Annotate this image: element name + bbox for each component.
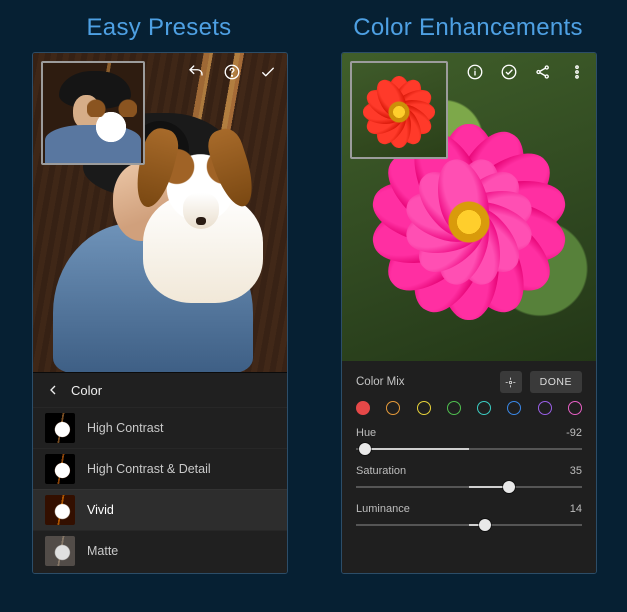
presets-phone: Color High Contrast High Contrast & Deta… (32, 52, 288, 574)
luminance-slider[interactable] (356, 517, 582, 533)
color-phone: Color Mix DONE Hue -92 (341, 52, 597, 574)
original-thumbnail[interactable] (350, 61, 448, 159)
help-icon[interactable] (223, 63, 241, 81)
luminance-label: Luminance (356, 503, 410, 515)
preset-label: High Contrast (87, 421, 163, 435)
color-swatches (356, 401, 582, 415)
swatch-3[interactable] (447, 401, 461, 415)
presets-category-label: Color (71, 383, 102, 398)
swatch-4[interactable] (477, 401, 491, 415)
color-panel: Color Enhancements (341, 0, 595, 612)
swatch-0[interactable] (356, 401, 370, 415)
preset-thumb (45, 454, 75, 484)
hue-value: -92 (566, 427, 582, 439)
preset-item[interactable]: High Contrast & Detail (33, 448, 287, 489)
saturation-slider[interactable] (356, 479, 582, 495)
preset-thumb (45, 495, 75, 525)
swatch-1[interactable] (386, 401, 400, 415)
luminance-value: 14 (570, 503, 582, 515)
preset-item[interactable]: Matte (33, 530, 287, 571)
presets-panel: Easy Presets (32, 0, 286, 612)
more-vert-icon[interactable] (568, 63, 586, 81)
share-icon[interactable] (534, 63, 552, 81)
presets-back[interactable]: Color (33, 373, 287, 407)
done-button[interactable]: DONE (530, 371, 582, 393)
help-icon[interactable] (466, 63, 484, 81)
color-title: Color Enhancements (341, 14, 595, 42)
preset-label: High Contrast & Detail (87, 462, 211, 476)
undo-icon[interactable] (187, 63, 205, 81)
saturation-value: 35 (570, 465, 582, 477)
hue-label: Hue (356, 427, 376, 439)
preset-item[interactable]: High Contrast (33, 407, 287, 448)
preset-label: Matte (87, 544, 118, 558)
presets-title: Easy Presets (32, 14, 286, 42)
check-circle-icon[interactable] (500, 63, 518, 81)
color-mix-panel: Color Mix DONE Hue -92 (342, 361, 596, 573)
preset-thumb (45, 536, 75, 566)
hue-slider[interactable] (356, 441, 582, 457)
preset-thumb (45, 413, 75, 443)
swatch-6[interactable] (538, 401, 552, 415)
preset-item[interactable]: Vivid (33, 489, 287, 530)
swatch-7[interactable] (568, 401, 582, 415)
preset-label: Vivid (87, 503, 114, 517)
swatch-2[interactable] (417, 401, 431, 415)
color-mix-label: Color Mix (356, 376, 405, 388)
check-icon[interactable] (259, 63, 277, 81)
original-thumbnail[interactable] (41, 61, 145, 165)
target-adjust-button[interactable] (500, 371, 522, 393)
presets-list: Color High Contrast High Contrast & Deta… (33, 372, 287, 573)
swatch-5[interactable] (507, 401, 521, 415)
saturation-label: Saturation (356, 465, 406, 477)
